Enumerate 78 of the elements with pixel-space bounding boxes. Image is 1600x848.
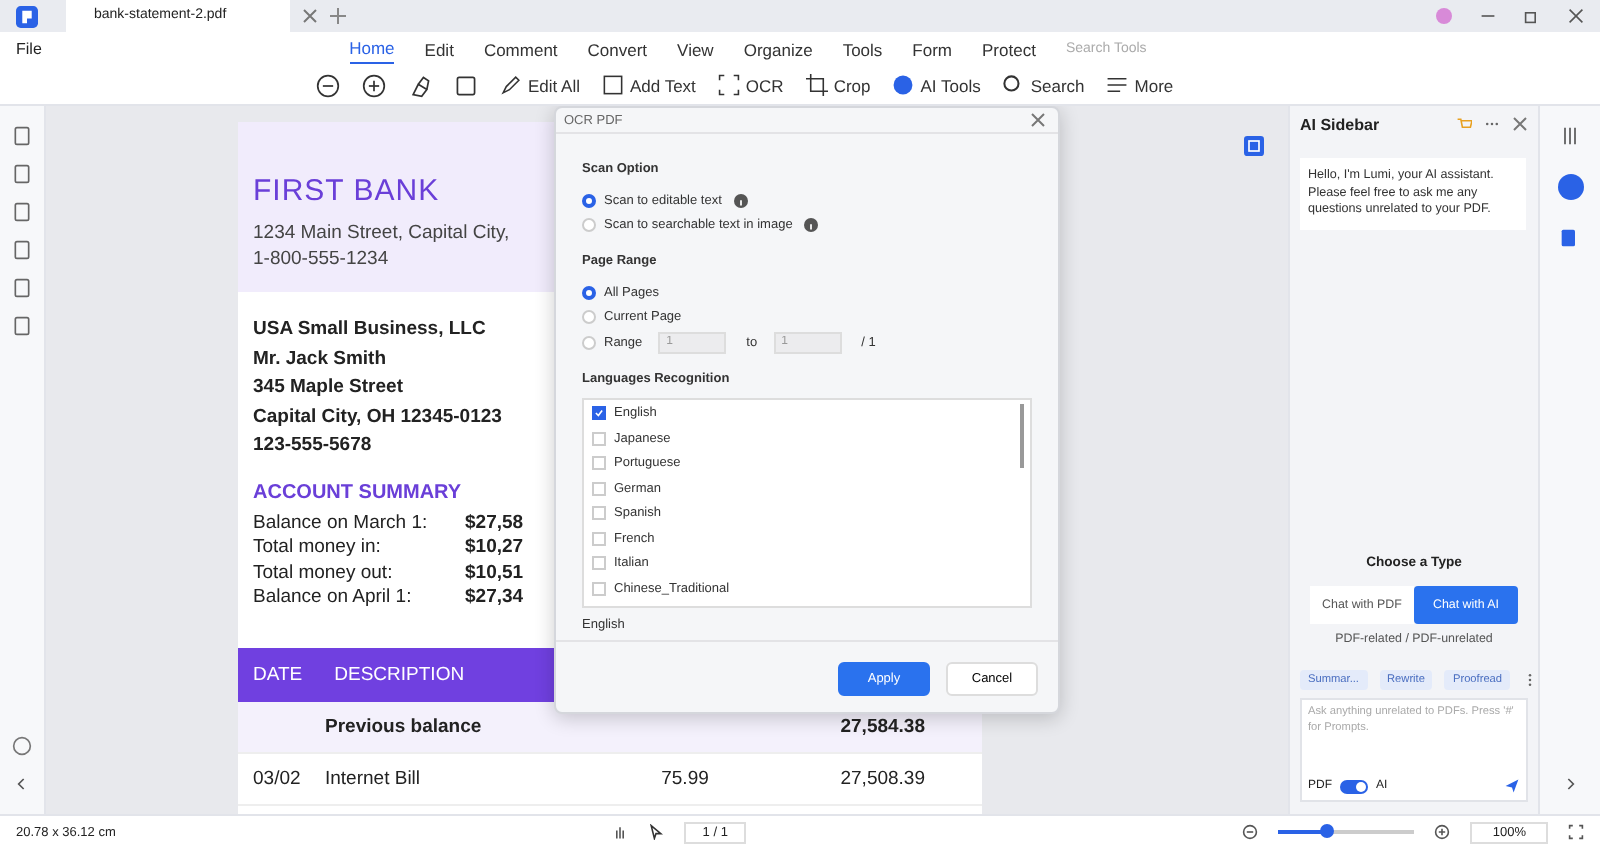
crop-button[interactable]: Crop (805, 74, 871, 96)
menu-tab[interactable]: Protect (982, 35, 1036, 63)
ai-icon (892, 74, 915, 96)
summary-value: $27,58 (465, 511, 524, 536)
zoom-out-icon[interactable] (316, 73, 340, 97)
menu-tab[interactable]: Form (912, 35, 953, 63)
menu-tab[interactable]: Tools (842, 35, 883, 63)
table-cell-text: 75.99 (659, 767, 711, 789)
table-cell-text: Previous balance (325, 715, 484, 737)
menu-tab[interactable]: Comment (483, 35, 558, 63)
cursor-icon[interactable] (648, 824, 665, 840)
zoom-in-icon[interactable] (362, 73, 386, 97)
close-icon[interactable] (1568, 8, 1584, 24)
menu-tab[interactable]: Home (349, 34, 395, 64)
app-logo-icon[interactable] (16, 5, 38, 27)
summary-label: Balance on March 1: (253, 511, 430, 536)
customer-line: 345 Maple Street (253, 374, 403, 402)
textbox-button[interactable]: Add Text (602, 74, 696, 96)
menu-tab[interactable]: Convert (587, 35, 648, 63)
column-header: DATE (253, 663, 303, 685)
customer-line: Mr. Jack Smith (253, 345, 387, 373)
bank-name: FIRST BANK (253, 174, 440, 208)
sidebar-title: AI Sidebar (1300, 115, 1380, 133)
restore-icon[interactable] (1524, 8, 1540, 24)
zoom-out-icon[interactable] (1242, 824, 1259, 840)
summary-label: Balance on April 1: (253, 586, 414, 611)
scrollbar[interactable] (1020, 403, 1024, 467)
table-cell-text: 03/02 (253, 767, 303, 789)
summary-label: Total money in: (253, 536, 383, 561)
summary-label: Total money out: (253, 561, 395, 586)
highlight-icon[interactable] (408, 73, 432, 97)
summary-value: $10,51 (465, 561, 524, 586)
summary-value: $27,34 (465, 586, 524, 611)
sliders-icon[interactable] (1560, 126, 1580, 146)
pencil-icon (500, 74, 522, 96)
info-icon[interactable] (733, 193, 748, 208)
search-icon (1002, 74, 1025, 96)
customer-line: 123-555-5678 (253, 432, 372, 460)
close-icon[interactable] (1030, 112, 1046, 128)
table-cell-text: Internet Bill (325, 767, 423, 789)
close-icon[interactable] (302, 8, 318, 24)
scan-frame-icon (717, 74, 740, 96)
zoom-in-icon[interactable] (1434, 824, 1451, 840)
close-icon[interactable] (1512, 116, 1528, 132)
radio-button[interactable] (582, 193, 596, 208)
bank-address-line: 1-800-555-1234 (253, 246, 389, 272)
ai-assistant-icon[interactable] (1557, 174, 1583, 200)
crop-icon (805, 74, 828, 96)
mode-toggle[interactable] (1340, 779, 1368, 793)
customer-line: Capital City, OH 12345-0123 (253, 403, 502, 431)
summary-title: ACCOUNT SUMMARY (251, 479, 464, 507)
menu-icon (1106, 74, 1129, 96)
file-menu[interactable]: File (16, 40, 42, 58)
text-box-icon (602, 74, 624, 96)
bank-address-line: 1234 Main Street, Capital City, (253, 220, 510, 246)
menu-tab[interactable]: Organize (743, 35, 813, 63)
plus-icon[interactable] (330, 8, 346, 24)
translate-icon[interactable] (1560, 228, 1580, 248)
checkbox[interactable] (592, 406, 606, 421)
customer-line: USA Small Business, LLC (253, 316, 486, 344)
menu-tab[interactable]: Edit (424, 35, 454, 63)
menu-tab[interactable]: View (677, 35, 714, 63)
help-icon[interactable] (12, 736, 32, 756)
column-header: DESCRIPTION (334, 663, 465, 685)
table-cell-text: 27,584.38 (838, 715, 927, 737)
radio-button[interactable] (582, 285, 596, 300)
square-icon[interactable] (454, 73, 478, 97)
edit-button[interactable]: Edit All (500, 74, 580, 96)
ocr-button[interactable]: OCR (717, 74, 784, 96)
search-button[interactable]: Search (1002, 74, 1085, 96)
scan-icon[interactable] (1244, 136, 1264, 156)
ai-button[interactable]: AI Tools (892, 74, 981, 96)
fullscreen-icon[interactable] (1568, 824, 1584, 840)
info-icon[interactable] (804, 218, 819, 233)
table-cell-text: 27,508.39 (838, 767, 927, 789)
send-icon[interactable] (1504, 778, 1520, 794)
more-button[interactable]: More (1106, 74, 1174, 96)
summary-value: $10,27 (465, 536, 524, 561)
